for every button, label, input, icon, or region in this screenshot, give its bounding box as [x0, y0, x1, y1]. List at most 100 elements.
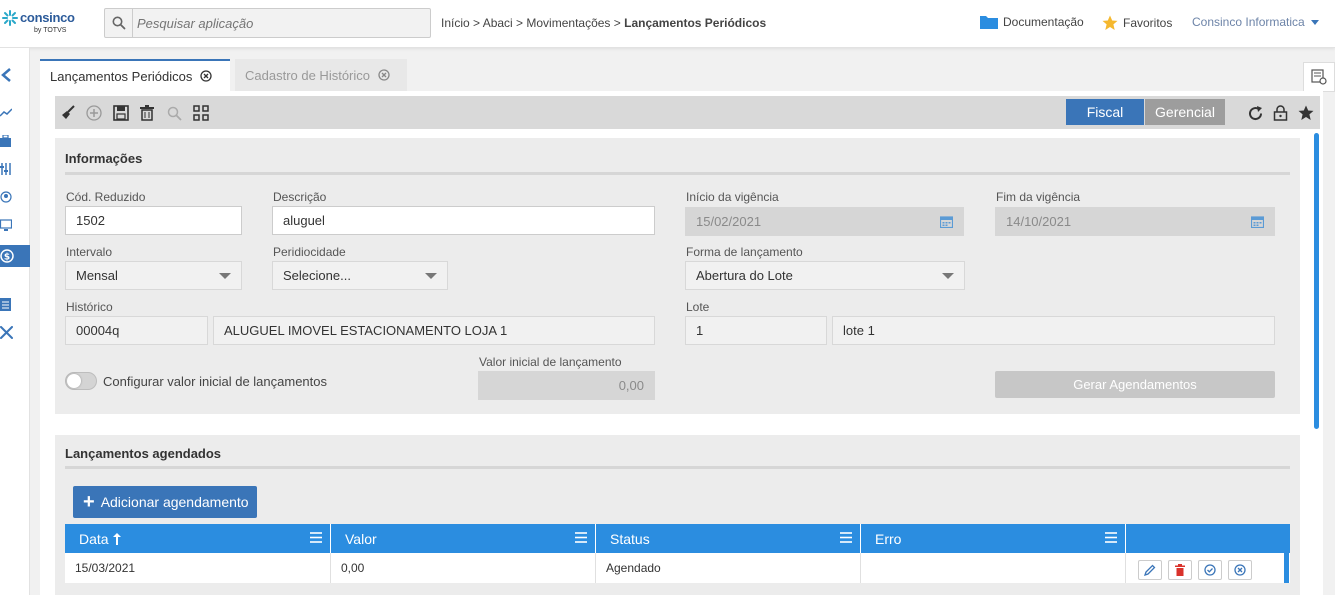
- table-scrollbar[interactable]: [1284, 553, 1289, 583]
- config-valor-label: Configurar valor inicial de lançamentos: [103, 374, 328, 389]
- lote-label: Lote: [686, 300, 710, 314]
- sort-up-icon: [112, 532, 121, 545]
- dollar-circle-icon: $: [0, 249, 14, 263]
- collapse-sidebar-button[interactable]: [0, 64, 30, 86]
- valor-inicial-field[interactable]: 0,00: [478, 371, 655, 400]
- divider: [65, 172, 1290, 175]
- logo[interactable]: consinco by TOTVS: [2, 8, 82, 40]
- logo-brand: consinco: [20, 10, 75, 25]
- documentation-link[interactable]: Documentação: [980, 15, 1084, 29]
- grid-view-button[interactable]: [191, 103, 211, 123]
- column-label: Erro: [875, 530, 902, 547]
- logo-sub: by TOTVS: [34, 27, 67, 34]
- star-icon: [1102, 15, 1118, 30]
- lock-button[interactable]: [1270, 103, 1290, 123]
- column-header-status[interactable]: Status: [596, 524, 861, 553]
- add-button[interactable]: [84, 103, 104, 123]
- line-chart-icon: [0, 108, 12, 117]
- historico-code-field[interactable]: 00004q: [65, 316, 208, 345]
- user-menu[interactable]: Consinco Informatica: [1192, 15, 1319, 29]
- delete-row-button[interactable]: [1168, 560, 1192, 580]
- calendar-icon[interactable]: [940, 215, 953, 228]
- historico-label: Histórico: [66, 300, 113, 314]
- sidebar-item-documents[interactable]: [0, 293, 30, 315]
- save-button[interactable]: [111, 103, 131, 123]
- column-header-valor[interactable]: Valor: [331, 524, 596, 553]
- close-tab-icon[interactable]: [200, 70, 213, 82]
- favorites-label: Favoritos: [1123, 16, 1173, 30]
- favorites-link[interactable]: Favoritos: [1102, 15, 1172, 31]
- breadcrumb: Início > Abaci > Movimentações > Lançame…: [441, 16, 766, 30]
- top-bar: consinco by TOTVS Início > Abaci > Movim…: [0, 0, 1335, 48]
- column-header-erro[interactable]: Erro: [861, 524, 1126, 553]
- caret-down-icon: [219, 272, 231, 279]
- save-icon: [113, 105, 129, 121]
- add-agendamento-button[interactable]: + Adicionar agendamento: [73, 486, 257, 518]
- calendar-icon[interactable]: [1251, 215, 1264, 228]
- peridiocidade-select[interactable]: Selecione...: [272, 261, 448, 290]
- search-box: [104, 8, 431, 38]
- sidebar-item-tools[interactable]: [0, 321, 30, 343]
- sidebar-item-settings[interactable]: [0, 158, 30, 180]
- chevron-left-icon: [1, 68, 11, 82]
- sidebar-item-search-user[interactable]: [0, 186, 30, 208]
- sidebar-item-monitor[interactable]: [0, 214, 30, 236]
- column-label: Valor: [345, 530, 377, 547]
- pencil-icon: [1144, 564, 1156, 576]
- sidebar-item-briefcase[interactable]: [0, 130, 30, 152]
- cod-reduzido-field[interactable]: 1502: [65, 206, 242, 235]
- lote-code-field[interactable]: 1: [685, 316, 827, 345]
- documentation-label: Documentação: [1003, 15, 1084, 29]
- breadcrumb-path[interactable]: Início > Abaci > Movimentações >: [441, 16, 624, 30]
- delete-button[interactable]: [137, 103, 157, 123]
- plus-circle-icon: [86, 105, 102, 121]
- column-menu-icon[interactable]: [840, 532, 852, 543]
- clear-button[interactable]: [58, 103, 78, 123]
- breadcrumb-current: Lançamentos Periódicos: [624, 16, 767, 30]
- column-menu-icon[interactable]: [1105, 532, 1117, 543]
- tab-lancamentos-periodicos[interactable]: Lançamentos Periódicos: [40, 59, 230, 91]
- column-header-data[interactable]: Data: [65, 524, 331, 553]
- fiscal-toggle[interactable]: Fiscal: [1066, 99, 1144, 125]
- edit-row-button[interactable]: [1138, 560, 1162, 580]
- forma-lancamento-select[interactable]: Abertura do Lote: [685, 261, 965, 290]
- favorite-button[interactable]: [1296, 103, 1316, 123]
- column-menu-icon[interactable]: [575, 532, 587, 543]
- historico-description-field[interactable]: ALUGUEL IMOVEL ESTACIONAMENTO LOJA 1: [213, 316, 655, 345]
- chevron-down-icon: [1310, 19, 1319, 25]
- inicio-vigencia-field[interactable]: 15/02/2021: [685, 207, 964, 236]
- intervalo-select[interactable]: Mensal: [65, 261, 242, 290]
- add-agendamento-label: Adicionar agendamento: [100, 494, 249, 510]
- gerar-agendamentos-button[interactable]: Gerar Agendamentos: [995, 371, 1275, 398]
- confirm-row-button[interactable]: [1198, 560, 1222, 580]
- magnifier-icon: [167, 106, 182, 121]
- column-menu-icon[interactable]: [310, 532, 322, 543]
- fim-vigencia-field[interactable]: 14/10/2021: [995, 207, 1275, 236]
- cancel-row-button[interactable]: [1228, 560, 1252, 580]
- peridiocidade-value: Selecione...: [283, 268, 351, 283]
- search-input[interactable]: [137, 13, 427, 33]
- lock-icon: [1273, 105, 1287, 121]
- table-row[interactable]: 15/03/2021 0,00 Agendado: [65, 553, 1290, 583]
- valor-inicial-label: Valor inicial de lançamento: [479, 355, 622, 369]
- sidebar-item-finance[interactable]: $: [0, 245, 30, 267]
- fim-vigencia-label: Fim da vigência: [996, 190, 1081, 204]
- gerencial-toggle[interactable]: Gerencial: [1145, 99, 1225, 125]
- column-header-actions: [1126, 524, 1290, 553]
- lote-description-field[interactable]: lote 1: [832, 316, 1275, 345]
- tab-cadastro-historico[interactable]: Cadastro de Histórico: [235, 59, 407, 91]
- star-icon: [1298, 105, 1314, 120]
- search-icon[interactable]: [105, 9, 133, 37]
- cod-reduzido-label: Cód. Reduzido: [66, 190, 146, 204]
- scrollbar[interactable]: [1314, 133, 1319, 429]
- side-panel-toggle[interactable]: [1303, 62, 1335, 92]
- sidebar-item-charts[interactable]: [0, 102, 30, 124]
- refresh-button[interactable]: [1245, 103, 1265, 123]
- user-label: Consinco Informatica: [1192, 15, 1305, 29]
- config-valor-toggle[interactable]: [65, 372, 97, 390]
- divider: [65, 466, 1290, 469]
- descricao-field[interactable]: aluguel: [272, 206, 655, 235]
- close-tab-icon[interactable]: [378, 69, 390, 81]
- inicio-vigencia-label: Início da vigência: [686, 190, 779, 204]
- search-button[interactable]: [164, 103, 184, 123]
